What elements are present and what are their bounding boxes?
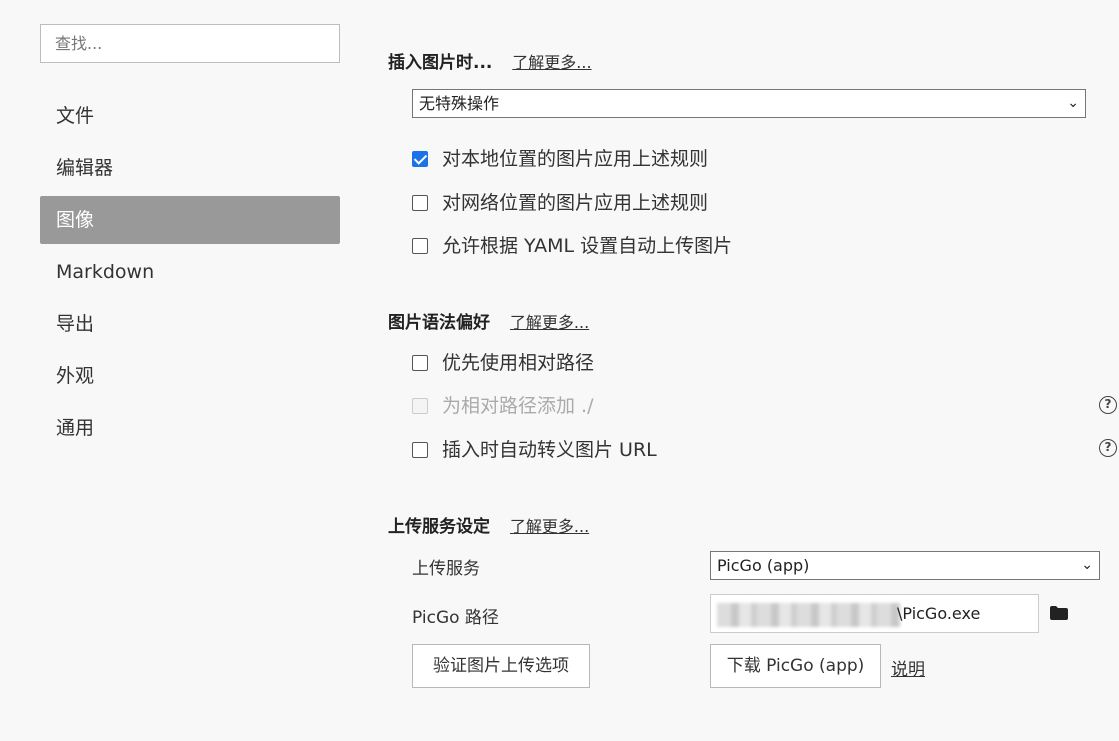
section-title-syntax: 图片语法偏好 了解更多... <box>388 308 589 333</box>
option-add-dot-slash: 为相对路径添加 ./ <box>412 393 593 419</box>
option-label: 对网络位置的图片应用上述规则 <box>442 192 709 214</box>
option-apply-local[interactable]: 对本地位置的图片应用上述规则 <box>412 146 708 172</box>
sidebar-item-appearance[interactable]: 外观 <box>40 352 340 400</box>
checkbox[interactable] <box>412 195 428 211</box>
sidebar-item-markdown[interactable]: Markdown <box>40 248 340 296</box>
upload-service-value: PicGo (app) <box>717 556 810 575</box>
sidebar-item-editor[interactable]: 编辑器 <box>40 144 340 192</box>
section-title-upload: 上传服务设定 了解更多... <box>388 512 589 537</box>
option-yaml-upload[interactable]: 允许根据 YAML 设置自动上传图片 <box>412 233 732 259</box>
explain-link[interactable]: 说明 <box>891 655 925 680</box>
picgo-path-label: PicGo 路径 <box>412 608 499 628</box>
checkbox[interactable] <box>412 355 428 371</box>
option-label: 允许根据 YAML 设置自动上传图片 <box>442 235 733 257</box>
sidebar-item-file[interactable]: 文件 <box>40 92 340 140</box>
option-label: 优先使用相对路径 <box>442 352 595 374</box>
section-title-text: 插入图片时... <box>388 53 493 73</box>
option-label: 为相对路径添加 ./ <box>442 395 594 417</box>
checkbox-disabled <box>412 398 428 414</box>
section-title-text: 图片语法偏好 <box>388 313 490 333</box>
search-input[interactable]: 查找... <box>40 24 340 63</box>
sidebar-nav: 文件 编辑器 图像 Markdown 导出 外观 通用 <box>40 92 340 456</box>
learn-more-link[interactable]: 了解更多... <box>510 517 589 536</box>
sidebar-item-general[interactable]: 通用 <box>40 404 340 452</box>
option-relative-path[interactable]: 优先使用相对路径 <box>412 350 594 376</box>
section-title-insert-image: 插入图片时... 了解更多... <box>388 48 592 73</box>
option-escape-url[interactable]: 插入时自动转义图片 URL <box>412 437 657 463</box>
section-title-text: 上传服务设定 <box>388 517 490 537</box>
verify-upload-button[interactable]: 验证图片上传选项 <box>412 644 590 688</box>
sidebar-item-export[interactable]: 导出 <box>40 300 340 348</box>
picgo-path-input[interactable]: \PicGo.exe <box>710 594 1039 633</box>
insert-action-select[interactable]: 无特殊操作 ⌄ <box>412 89 1086 118</box>
option-label: 对本地位置的图片应用上述规则 <box>442 148 709 170</box>
learn-more-link[interactable]: 了解更多... <box>512 53 591 72</box>
learn-more-link[interactable]: 了解更多... <box>510 313 589 332</box>
upload-service-label: 上传服务 <box>412 559 480 579</box>
chevron-down-icon: ⌄ <box>1067 95 1079 111</box>
help-icon[interactable]: ? <box>1099 439 1117 457</box>
checkbox-checked[interactable] <box>412 151 428 167</box>
upload-service-select[interactable]: PicGo (app) ⌄ <box>710 551 1100 580</box>
settings-sidebar: 查找... 文件 编辑器 图像 Markdown 导出 外观 通用 <box>0 0 360 741</box>
insert-action-value: 无特殊操作 <box>419 94 500 113</box>
picgo-path-value: \PicGo.exe <box>897 604 981 623</box>
sidebar-item-image[interactable]: 图像 <box>40 196 340 244</box>
redacted-path <box>717 603 901 627</box>
download-picgo-button[interactable]: 下载 PicGo (app) <box>710 644 881 688</box>
help-icon[interactable]: ? <box>1099 396 1117 414</box>
option-label: 插入时自动转义图片 URL <box>442 439 657 461</box>
checkbox[interactable] <box>412 442 428 458</box>
checkbox[interactable] <box>412 238 428 254</box>
image-settings-panel: 插入图片时... 了解更多... 无特殊操作 ⌄ 对本地位置的图片应用上述规则 … <box>388 0 1119 741</box>
folder-icon[interactable] <box>1050 606 1068 620</box>
chevron-down-icon: ⌄ <box>1081 557 1093 573</box>
option-apply-network[interactable]: 对网络位置的图片应用上述规则 <box>412 190 708 216</box>
